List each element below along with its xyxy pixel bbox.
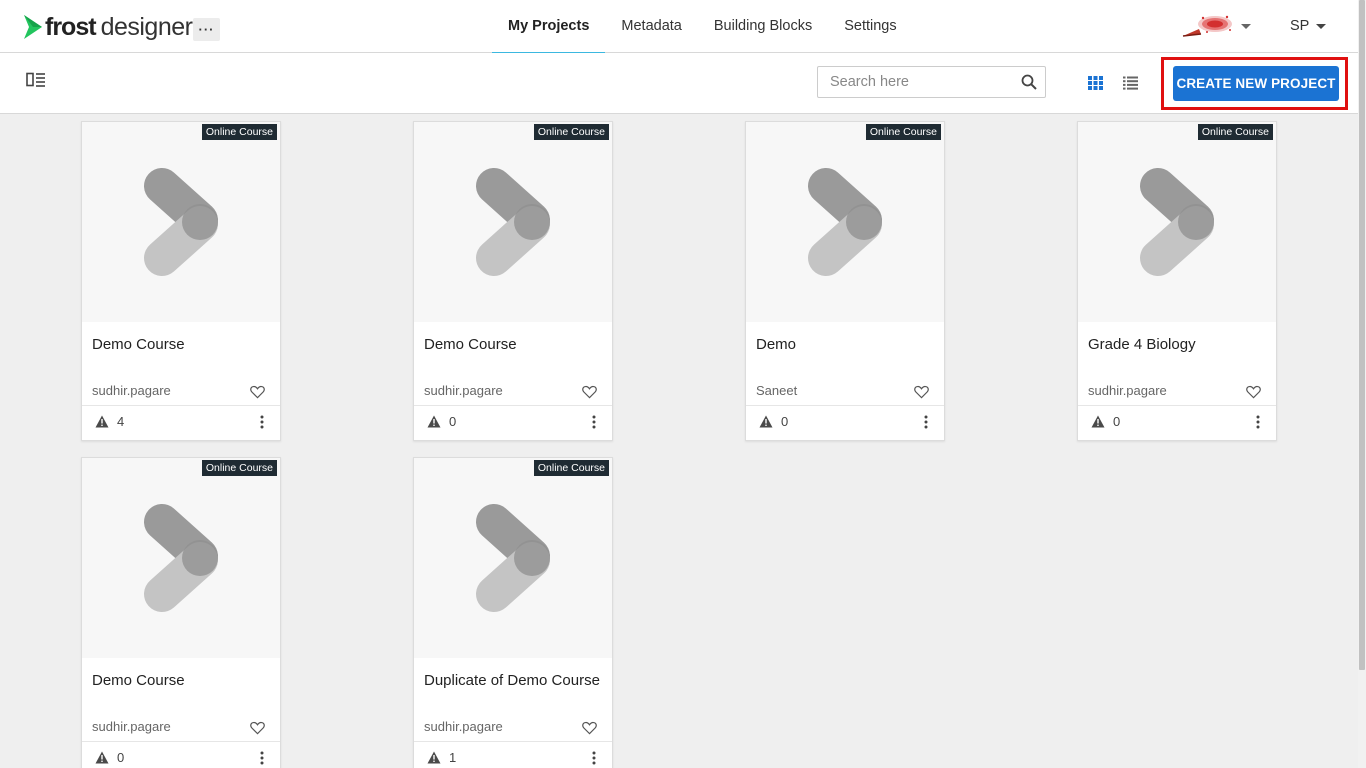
- project-title: Demo Course: [92, 672, 185, 689]
- nav-building-blocks[interactable]: Building Blocks: [698, 0, 828, 53]
- card-options-icon[interactable]: [590, 415, 598, 429]
- main-nav: My Projects Metadata Building Blocks Set…: [492, 0, 913, 54]
- search-box: [817, 66, 1046, 98]
- card-divider: [82, 741, 280, 742]
- card-options-icon[interactable]: [922, 415, 930, 429]
- top-navbar: frost designer ··· My Projects Metadata …: [0, 0, 1358, 54]
- card-options-icon[interactable]: [590, 751, 598, 765]
- project-thumbnail: Online Course: [414, 122, 612, 322]
- project-placeholder-icon: [144, 168, 218, 276]
- card-divider: [746, 405, 944, 406]
- user-dropdown-caret-icon: [1316, 23, 1327, 29]
- project-thumbnail: Online Course: [82, 122, 280, 322]
- project-thumbnail: Online Course: [82, 458, 280, 658]
- page-scrollbar[interactable]: [1358, 0, 1366, 768]
- list-view-icon[interactable]: [1123, 76, 1138, 90]
- nav-my-projects[interactable]: My Projects: [492, 0, 606, 54]
- course-type-badge: Online Course: [201, 124, 277, 140]
- logo-text-bold: frost: [45, 12, 97, 41]
- project-placeholder-icon: [476, 168, 550, 276]
- create-new-project-button[interactable]: CREATE NEW PROJECT: [1173, 66, 1339, 101]
- card-options-icon[interactable]: [258, 415, 266, 429]
- favorite-heart-icon[interactable]: [914, 385, 929, 399]
- logo-text-light: designer: [100, 12, 193, 41]
- favorite-heart-icon[interactable]: [250, 385, 265, 399]
- grid-view-icon[interactable]: [1088, 76, 1103, 90]
- warning-count: 1: [449, 750, 457, 765]
- card-divider: [1078, 405, 1276, 406]
- project-placeholder-icon: [808, 168, 882, 276]
- course-type-badge: Online Course: [1197, 124, 1273, 140]
- project-author: sudhir.pagare: [1088, 383, 1167, 398]
- search-icon[interactable]: [1021, 74, 1037, 90]
- project-toolbar: CREATE NEW PROJECT: [0, 53, 1358, 114]
- project-card[interactable]: Online Course Duplicate of Demo Course s…: [413, 457, 613, 768]
- warning-icon: [427, 751, 441, 764]
- project-placeholder-icon: [1140, 168, 1214, 276]
- favorite-heart-icon[interactable]: [250, 721, 265, 735]
- course-type-badge: Online Course: [533, 124, 609, 140]
- favorite-heart-icon[interactable]: [1246, 385, 1261, 399]
- warning-count: 0: [781, 414, 789, 429]
- warning-icon: [95, 751, 109, 764]
- project-thumbnail: Online Course: [1078, 122, 1276, 322]
- project-card[interactable]: Online Course Demo Saneet 0: [745, 121, 945, 441]
- project-title: Demo Course: [92, 336, 185, 353]
- project-author: sudhir.pagare: [424, 719, 503, 734]
- card-options-icon[interactable]: [1254, 415, 1262, 429]
- card-options-icon[interactable]: [258, 751, 266, 765]
- project-card[interactable]: Online Course Demo Course sudhir.pagare …: [81, 121, 281, 441]
- card-divider: [414, 741, 612, 742]
- warning-count: 0: [1113, 414, 1121, 429]
- nav-metadata[interactable]: Metadata: [605, 0, 697, 53]
- project-author: sudhir.pagare: [424, 383, 503, 398]
- project-card[interactable]: Online Course Grade 4 Biology sudhir.pag…: [1077, 121, 1277, 441]
- warning-icon: [1091, 415, 1105, 428]
- org-dropdown-caret-icon[interactable]: [1241, 24, 1251, 29]
- project-author: sudhir.pagare: [92, 383, 171, 398]
- side-panel-toggle-icon[interactable]: [26, 72, 46, 88]
- project-placeholder-icon: [476, 504, 550, 612]
- course-type-badge: Online Course: [865, 124, 941, 140]
- course-type-badge: Online Course: [201, 460, 277, 476]
- nav-settings[interactable]: Settings: [828, 0, 912, 53]
- user-menu[interactable]: SP: [1290, 18, 1327, 34]
- warning-icon: [95, 415, 109, 428]
- warning-icon: [427, 415, 441, 428]
- project-title: Duplicate of Demo Course: [424, 672, 600, 689]
- user-initials: SP: [1290, 18, 1310, 34]
- warning-count: 4: [117, 414, 125, 429]
- project-thumbnail: Online Course: [746, 122, 944, 322]
- project-author: sudhir.pagare: [92, 719, 171, 734]
- project-title: Demo: [756, 336, 797, 353]
- scrollbar-thumb[interactable]: [1359, 0, 1365, 670]
- more-menu-button[interactable]: ···: [193, 18, 220, 41]
- warning-icon: [759, 415, 773, 428]
- project-title: Grade 4 Biology: [1088, 336, 1196, 353]
- card-divider: [414, 405, 612, 406]
- warning-count: 0: [117, 750, 125, 765]
- frost-designer-logo[interactable]: frost designer: [22, 12, 193, 42]
- organization-logo-icon[interactable]: [1181, 12, 1236, 40]
- project-card[interactable]: Online Course Demo Course sudhir.pagare …: [81, 457, 281, 768]
- project-thumbnail: Online Course: [414, 458, 612, 658]
- project-author: Saneet: [756, 383, 798, 398]
- warning-count: 0: [449, 414, 457, 429]
- search-input[interactable]: [818, 67, 1013, 97]
- project-placeholder-icon: [144, 504, 218, 612]
- course-type-badge: Online Course: [533, 460, 609, 476]
- project-title: Demo Course: [424, 336, 517, 353]
- frost-chevron-icon: [24, 15, 42, 39]
- favorite-heart-icon[interactable]: [582, 385, 597, 399]
- favorite-heart-icon[interactable]: [582, 721, 597, 735]
- card-divider: [82, 405, 280, 406]
- project-card[interactable]: Online Course Demo Course sudhir.pagare …: [413, 121, 613, 441]
